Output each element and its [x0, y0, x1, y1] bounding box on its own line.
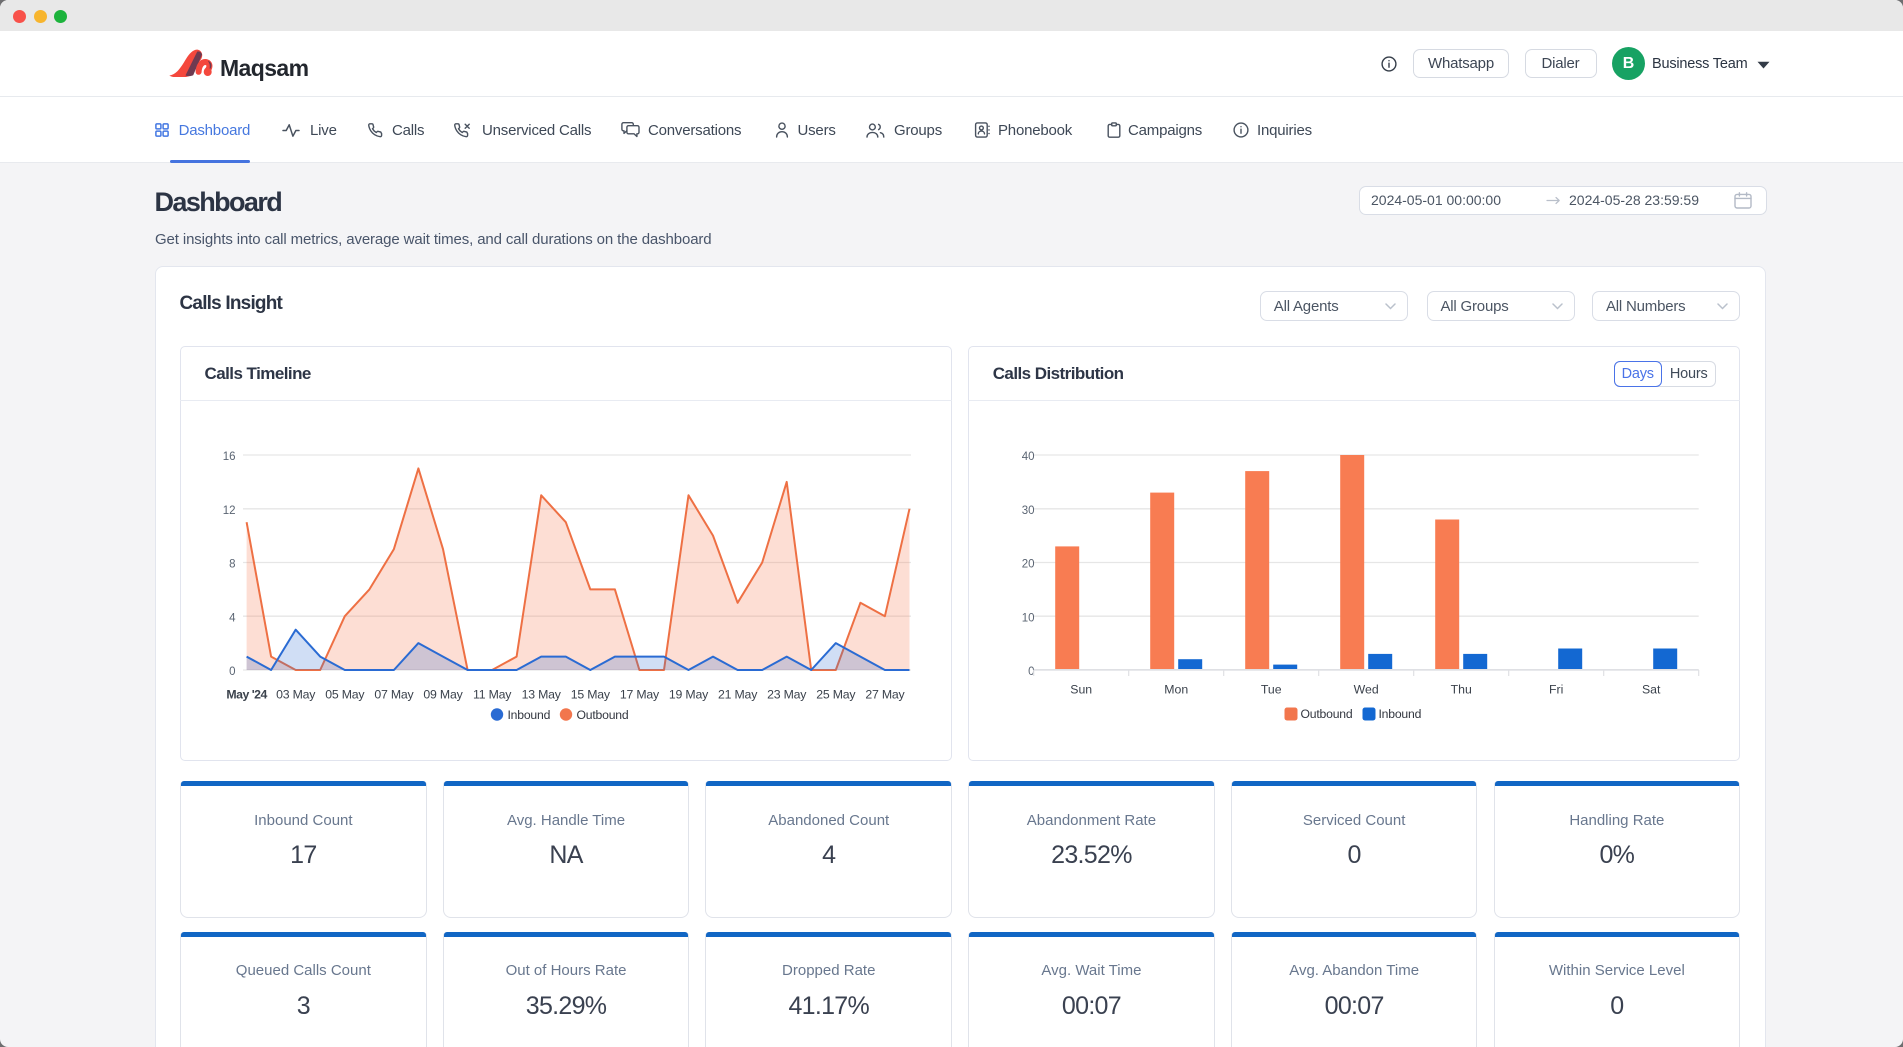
svg-text:17 May: 17 May [620, 687, 660, 701]
svg-text:Mon: Mon [1164, 682, 1188, 696]
svg-text:Fri: Fri [1549, 682, 1563, 696]
svg-text:05 May: 05 May [325, 687, 365, 701]
svg-text:Wed: Wed [1354, 682, 1379, 696]
svg-text:07 May: 07 May [374, 687, 414, 701]
svg-text:13 May: 13 May [522, 687, 562, 701]
svg-text:10: 10 [1022, 612, 1035, 624]
svg-text:Outbound: Outbound [1301, 707, 1353, 721]
svg-text:23 May: 23 May [767, 687, 807, 701]
svg-text:Inbound: Inbound [508, 708, 551, 722]
svg-text:20: 20 [1022, 559, 1035, 571]
svg-text:15 May: 15 May [571, 687, 611, 701]
svg-text:May '24: May '24 [226, 687, 267, 701]
svg-text:12: 12 [223, 505, 236, 517]
svg-text:30: 30 [1022, 505, 1035, 517]
svg-text:8: 8 [229, 559, 235, 571]
svg-text:4: 4 [229, 612, 236, 624]
svg-text:16: 16 [223, 451, 236, 463]
svg-text:Tue: Tue [1261, 682, 1282, 696]
svg-text:09 May: 09 May [423, 687, 463, 701]
svg-text:Sun: Sun [1070, 682, 1092, 696]
svg-text:11 May: 11 May [473, 687, 512, 701]
svg-text:03 May: 03 May [276, 687, 316, 701]
svg-text:Thu: Thu [1451, 682, 1472, 696]
svg-text:0: 0 [229, 666, 235, 678]
svg-text:27 May: 27 May [865, 687, 905, 701]
svg-text:Outbound: Outbound [577, 708, 629, 722]
svg-text:40: 40 [1022, 451, 1035, 463]
svg-text:19 May: 19 May [669, 687, 709, 701]
svg-text:Inbound: Inbound [1379, 707, 1422, 721]
svg-text:21 May: 21 May [718, 687, 758, 701]
svg-text:Sat: Sat [1642, 682, 1661, 696]
svg-text:25 May: 25 May [816, 687, 856, 701]
